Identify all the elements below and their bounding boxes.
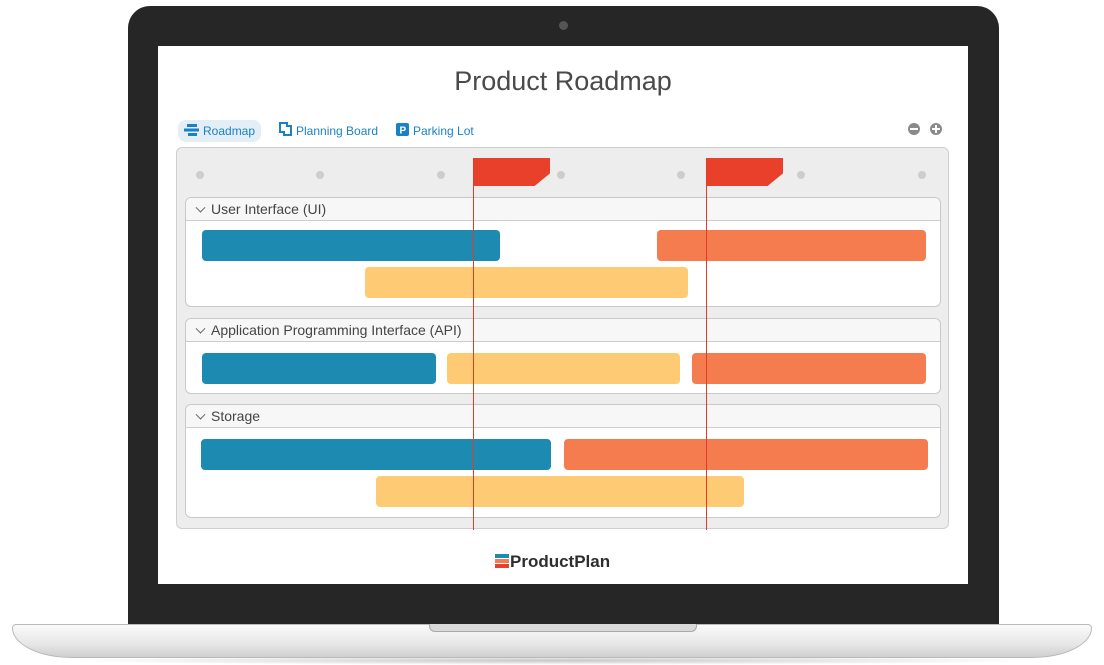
lane-storage: Storage <box>185 404 941 518</box>
zoom-out-icon[interactable] <box>908 123 920 135</box>
lane-header[interactable]: Application Programming Interface (API) <box>186 319 940 342</box>
timeline-dot <box>316 171 324 179</box>
roadmap-bar[interactable] <box>201 439 551 470</box>
milestone-marker[interactable] <box>706 158 783 186</box>
timeline-dot <box>918 171 926 179</box>
laptop-notch <box>429 624 697 632</box>
parking-lot-icon: P <box>396 121 409 143</box>
productplan-logo: ProductPlan <box>495 550 610 574</box>
tab-planning-board-label: Planning Board <box>296 124 379 138</box>
lane-api: Application Programming Interface (API) <box>185 318 941 394</box>
milestone-line <box>473 158 474 530</box>
lane-title: User Interface (UI) <box>211 201 327 217</box>
roadmap-bar[interactable] <box>692 353 926 384</box>
tab-roadmap-label: Roadmap <box>203 124 256 138</box>
roadmap-bar[interactable] <box>564 439 928 470</box>
milestone-line <box>706 158 707 530</box>
roadmap-icon <box>184 121 199 143</box>
roadmap-bar[interactable] <box>447 353 680 384</box>
roadmap-bar[interactable] <box>202 230 500 261</box>
milestone-marker[interactable] <box>473 158 550 186</box>
lane-title: Storage <box>211 408 261 424</box>
timeline-dot <box>196 171 204 179</box>
productplan-logo-icon <box>495 554 509 568</box>
tab-roadmap[interactable]: Roadmap <box>178 120 262 143</box>
tab-planning-board[interactable]: Planning Board <box>279 120 378 142</box>
roadmap-bar[interactable] <box>657 230 926 261</box>
timeline-dot <box>557 171 565 179</box>
lane-user-interface: User Interface (UI) <box>185 197 941 307</box>
svg-text:P: P <box>400 125 407 136</box>
chevron-down-icon[interactable] <box>195 202 206 213</box>
tab-parking-lot-label: Parking Lot <box>413 124 474 138</box>
tab-parking-lot[interactable]: P Parking Lot <box>396 120 474 142</box>
zoom-in-icon[interactable] <box>930 123 942 135</box>
app-screen: Product Roadmap Roadmap Planning Board P… <box>158 46 968 584</box>
brand-name: ProductPlan <box>510 552 611 571</box>
timeline-dot <box>797 171 805 179</box>
lane-header[interactable]: User Interface (UI) <box>186 198 940 221</box>
roadmap-bar[interactable] <box>202 353 436 384</box>
timeline-dot <box>437 171 445 179</box>
lane-header[interactable]: Storage <box>186 405 940 428</box>
roadmap-bar[interactable] <box>365 267 688 298</box>
chevron-down-icon[interactable] <box>195 409 206 420</box>
lane-title: Application Programming Interface (API) <box>211 322 462 338</box>
planning-board-icon <box>279 121 292 143</box>
camera <box>559 21 568 30</box>
roadmap-bar[interactable] <box>376 476 744 507</box>
timeline-dot <box>677 171 685 179</box>
chevron-down-icon[interactable] <box>195 323 206 334</box>
page-title: Product Roadmap <box>454 66 672 96</box>
